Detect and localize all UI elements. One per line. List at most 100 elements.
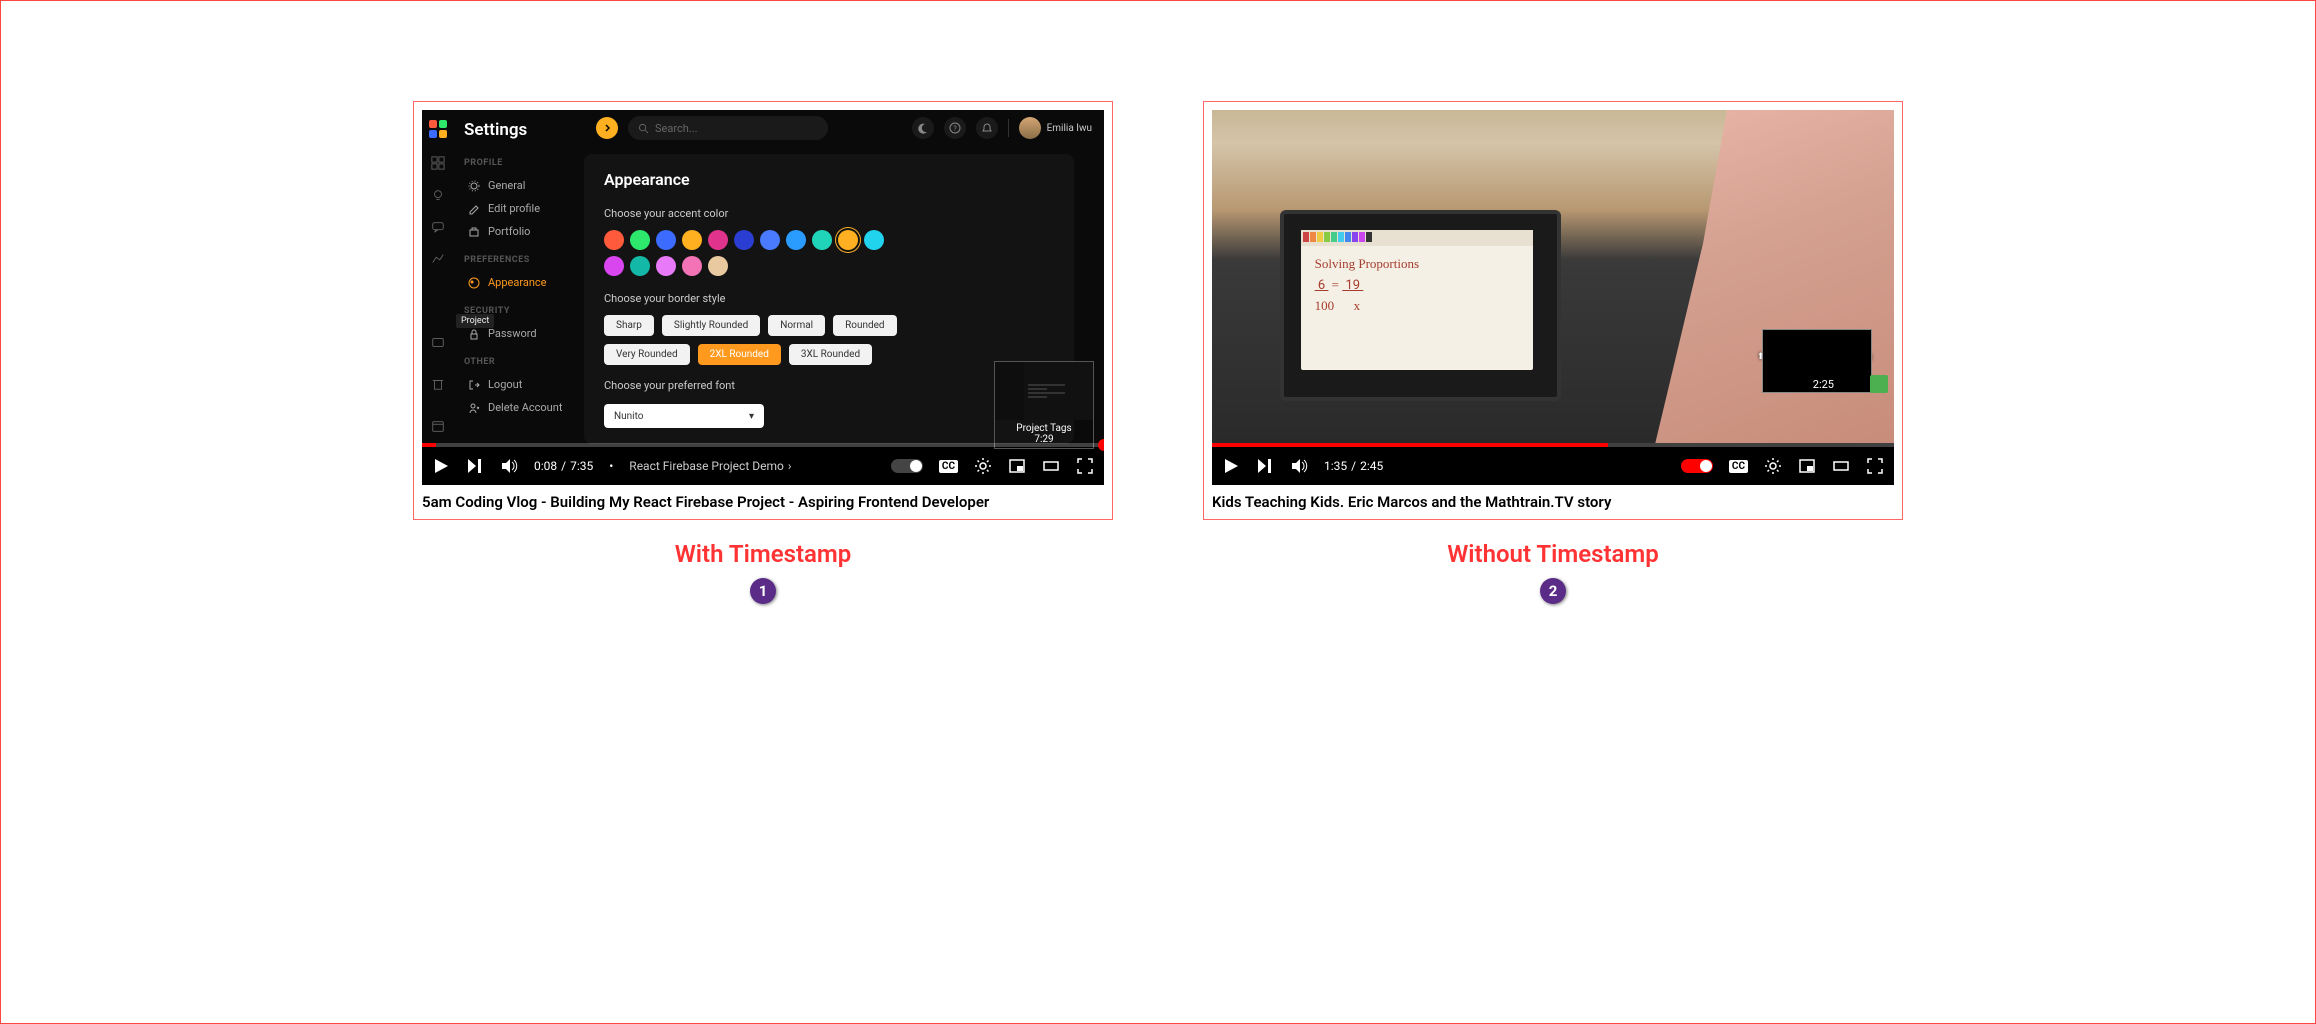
rail-folder-icon[interactable] xyxy=(431,335,445,349)
person xyxy=(1655,110,1894,443)
border-option[interactable]: Sharp xyxy=(604,315,654,336)
font-select[interactable]: Nunito▾ xyxy=(604,404,764,428)
nav-rail xyxy=(422,110,454,443)
color-swatch[interactable] xyxy=(682,230,702,250)
color-swatch[interactable] xyxy=(734,230,754,250)
color-swatch[interactable] xyxy=(682,256,702,276)
seek-preview-time: 2:25 xyxy=(1813,378,1834,391)
sidebar-item-edit-profile[interactable]: Edit profile xyxy=(464,197,574,220)
rail-tooltip: Project xyxy=(456,314,494,328)
avatar xyxy=(1019,117,1041,139)
cc-icon[interactable]: CC xyxy=(939,460,958,473)
rail-dashboard-icon[interactable] xyxy=(431,156,445,170)
border-option[interactable]: 2XL Rounded xyxy=(698,344,781,365)
sidebar-item-appearance[interactable]: Appearance xyxy=(464,271,574,294)
preview-thumbnail xyxy=(995,362,1093,420)
settings-content: Search... ? Emilia Iwu Appearance Choose… xyxy=(584,110,1104,443)
handwriting: Solving Proportions 6 = 19 100 x xyxy=(1301,246,1533,325)
color-swatch[interactable] xyxy=(604,256,624,276)
sidebar-item-general[interactable]: General xyxy=(464,174,574,197)
color-swatch[interactable] xyxy=(604,230,624,250)
theater-icon[interactable] xyxy=(1832,457,1850,475)
fullscreen-icon[interactable] xyxy=(1076,457,1094,475)
figure-b-badge: 2 xyxy=(1540,578,1566,604)
back-button[interactable] xyxy=(596,117,618,139)
border-option[interactable]: Very Rounded xyxy=(604,344,690,365)
player-controls-b: 1:35/2:45 CC xyxy=(1212,447,1894,485)
border-option[interactable]: 3XL Rounded xyxy=(789,344,872,365)
color-swatch[interactable] xyxy=(630,230,650,250)
cc-icon[interactable]: CC xyxy=(1729,460,1748,473)
settings-sidebar: Settings PROFILE General Edit profile Po… xyxy=(454,110,584,443)
rail-chat-icon[interactable] xyxy=(431,220,445,234)
color-swatch[interactable] xyxy=(786,230,806,250)
autoplay-toggle[interactable] xyxy=(891,459,923,473)
top-bar: Search... ? Emilia Iwu xyxy=(584,110,1104,146)
play-icon[interactable] xyxy=(1222,457,1240,475)
figure-b-box: Solving Proportions 6 = 19 100 x ⬆ Pull … xyxy=(1203,101,1903,520)
video-title-a: 5am Coding Vlog - Building My React Fire… xyxy=(422,493,1104,511)
accent-color-swatches xyxy=(604,230,884,276)
sidebar-title: Settings xyxy=(464,120,574,140)
font-label: Choose your preferred font xyxy=(604,379,1054,392)
color-swatch[interactable] xyxy=(864,230,884,250)
theme-toggle[interactable] xyxy=(912,117,934,139)
rail-trash-icon[interactable] xyxy=(431,377,445,391)
player-controls: 0:08/7:35 • React Firebase Project Demo›… xyxy=(422,447,1104,485)
miniplayer-icon[interactable] xyxy=(1798,457,1816,475)
color-swatch[interactable] xyxy=(708,230,728,250)
color-swatch[interactable] xyxy=(656,230,676,250)
sidebar-item-logout[interactable]: Logout xyxy=(464,373,574,396)
user-menu[interactable]: Emilia Iwu xyxy=(1019,117,1092,139)
section-other: OTHER xyxy=(464,357,574,367)
search-input[interactable]: Search... xyxy=(628,116,828,140)
rail-chart-icon[interactable] xyxy=(431,252,445,266)
accent-label: Choose your accent color xyxy=(604,207,1054,220)
border-option[interactable]: Slightly Rounded xyxy=(662,315,760,336)
help-button[interactable]: ? xyxy=(944,117,966,139)
volume-icon[interactable] xyxy=(500,457,518,475)
play-icon[interactable] xyxy=(432,457,450,475)
figure-a-box: Settings PROFILE General Edit profile Po… xyxy=(413,101,1113,520)
video-player-b: Solving Proportions 6 = 19 100 x ⬆ Pull … xyxy=(1212,110,1894,485)
chevron-down-icon: ▾ xyxy=(749,411,754,422)
color-swatch[interactable] xyxy=(708,256,728,276)
rail-bulb-icon[interactable] xyxy=(431,188,445,202)
briefcase-icon xyxy=(468,226,480,238)
fullscreen-icon[interactable] xyxy=(1866,457,1884,475)
settings-gear-icon[interactable] xyxy=(1764,457,1782,475)
theater-icon[interactable] xyxy=(1042,457,1060,475)
border-option[interactable]: Rounded xyxy=(833,315,896,336)
video-title-b: Kids Teaching Kids. Eric Marcos and the … xyxy=(1212,493,1894,511)
next-icon[interactable] xyxy=(1256,457,1274,475)
chapter-link[interactable]: React Firebase Project Demo› xyxy=(629,459,791,473)
timecode: 0:08/7:35 xyxy=(534,459,593,473)
watermark-logo xyxy=(1870,375,1888,393)
color-swatch[interactable] xyxy=(630,256,650,276)
autoplay-toggle[interactable] xyxy=(1681,459,1713,473)
rail-calendar-icon[interactable] xyxy=(431,419,445,433)
laptop-screen: Solving Proportions 6 = 19 100 x xyxy=(1301,230,1533,370)
figure-a-badge: 1 xyxy=(750,578,776,604)
edit-icon xyxy=(468,203,480,215)
panel-heading: Appearance xyxy=(604,170,1054,189)
volume-icon[interactable] xyxy=(1290,457,1308,475)
notifications-button[interactable] xyxy=(976,117,998,139)
border-option[interactable]: Normal xyxy=(768,315,825,336)
timecode-b: 1:35/2:45 xyxy=(1324,459,1383,473)
chapter-preview-card[interactable]: Project Tags7:29 xyxy=(994,361,1094,449)
color-swatch[interactable] xyxy=(656,256,676,276)
sidebar-item-delete[interactable]: Delete Account xyxy=(464,396,574,419)
color-swatch[interactable] xyxy=(838,230,858,250)
miniplayer-icon[interactable] xyxy=(1008,457,1026,475)
preview-title: Project Tags xyxy=(1016,423,1071,434)
sidebar-item-portfolio[interactable]: Portfolio xyxy=(464,220,574,243)
border-style-options: Sharp Slightly Rounded Normal Rounded Very R… xyxy=(604,315,904,365)
chevron-right-icon: › xyxy=(788,459,792,473)
section-preferences: PREFERENCES xyxy=(464,255,574,265)
next-icon[interactable] xyxy=(466,457,484,475)
settings-gear-icon[interactable] xyxy=(974,457,992,475)
color-swatch[interactable] xyxy=(812,230,832,250)
color-swatch[interactable] xyxy=(760,230,780,250)
video-player-a: Settings PROFILE General Edit profile Po… xyxy=(422,110,1104,485)
